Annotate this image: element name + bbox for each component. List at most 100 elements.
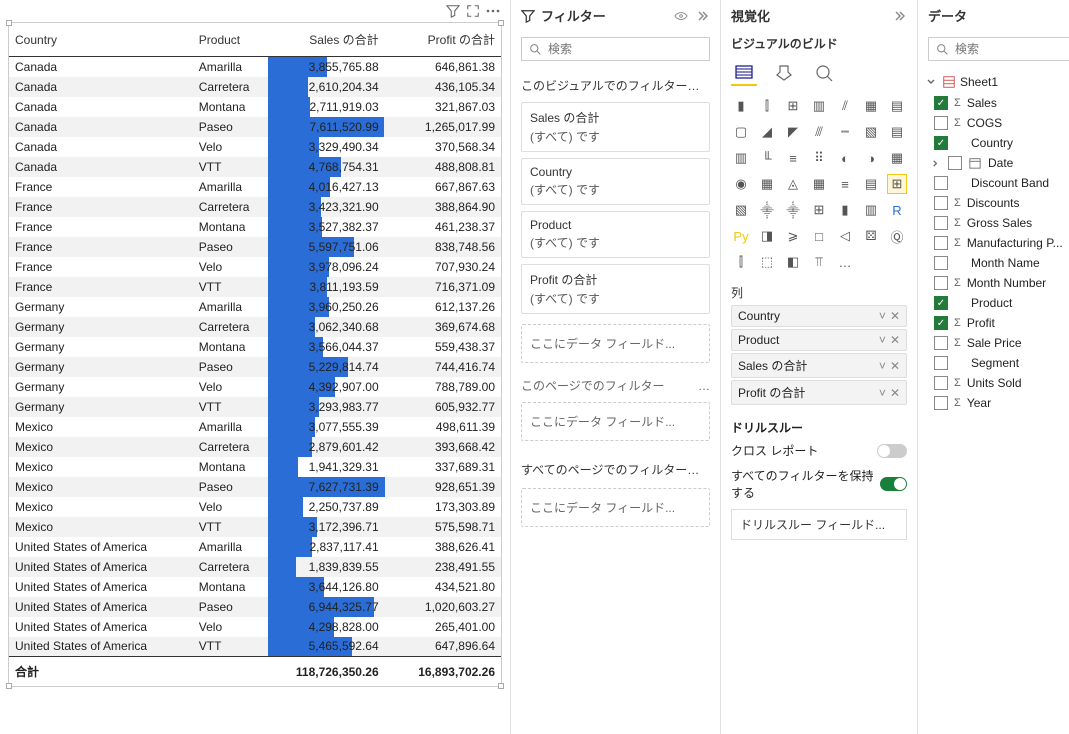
viz-type-chip[interactable]: ⊞ xyxy=(783,96,803,116)
viz-type-chip[interactable]: ▮ xyxy=(835,200,855,220)
field-checkbox[interactable] xyxy=(934,356,948,370)
keep-filters-toggle[interactable] xyxy=(880,477,907,491)
viz-type-chip[interactable]: ⫽ xyxy=(835,96,855,116)
viz-type-chip[interactable]: ⠿ xyxy=(809,148,829,168)
viz-type-chip[interactable]: □ xyxy=(809,226,829,246)
field-row[interactable]: ΣGross Sales xyxy=(918,213,1069,233)
viz-type-chip[interactable]: ▤ xyxy=(861,174,881,194)
table-row[interactable]: France Carretera 3,423,321.90 388,864.90 xyxy=(9,197,501,217)
field-row[interactable]: Month Name xyxy=(918,253,1069,273)
field-well-item[interactable]: Sales の合計˅✕ xyxy=(731,353,907,378)
eye-icon[interactable] xyxy=(674,9,688,23)
filter-card[interactable]: Profit の合計(すべて) です xyxy=(521,264,710,314)
field-checkbox[interactable] xyxy=(934,396,948,410)
filter-search[interactable] xyxy=(521,37,710,61)
viz-type-chip[interactable]: ◑ xyxy=(861,148,881,168)
chevron-down-icon[interactable]: ˅ xyxy=(879,309,886,323)
viz-type-chip[interactable]: ▢ xyxy=(731,122,751,142)
viz-type-chip[interactable]: ≡ xyxy=(835,174,855,194)
cross-report-toggle[interactable] xyxy=(877,444,907,458)
table-row[interactable]: Germany Amarilla 3,960,250.26 612,137.26 xyxy=(9,297,501,317)
viz-type-chip[interactable]: R xyxy=(887,200,907,220)
filter-card[interactable]: Sales の合計(すべて) です xyxy=(521,102,710,152)
filter-card[interactable]: Country(すべて) です xyxy=(521,158,710,205)
viz-type-chip[interactable]: ▧ xyxy=(861,122,881,142)
viz-type-chip[interactable]: ◨ xyxy=(757,226,777,246)
build-tab-icon[interactable] xyxy=(731,60,757,86)
viz-type-chip[interactable]: ◧ xyxy=(783,252,803,272)
viz-type-chip[interactable]: ⸎ xyxy=(757,200,777,220)
filter-card[interactable]: Product(すべて) です xyxy=(521,211,710,258)
viz-type-chip[interactable]: ▧ xyxy=(731,200,751,220)
table-visual[interactable]: Country Product Sales の合計 Profit の合計 Can… xyxy=(8,22,502,687)
table-node-sheet1[interactable]: Sheet1 xyxy=(918,71,1069,93)
field-checkbox[interactable] xyxy=(934,196,948,210)
field-checkbox[interactable] xyxy=(934,216,948,230)
table-row[interactable]: Mexico Paseo 7,627,731.39 928,651.39 xyxy=(9,477,501,497)
field-checkbox[interactable] xyxy=(934,376,948,390)
table-row[interactable]: Canada Amarilla 3,855,765.88 646,861.38 xyxy=(9,57,501,77)
table-row[interactable]: Canada Velo 3,329,490.34 370,568.34 xyxy=(9,137,501,157)
viz-type-chip[interactable]: Ⓠ xyxy=(887,226,907,246)
viz-type-chip[interactable]: ⫪ xyxy=(809,252,829,272)
viz-type-chip[interactable]: ▦ xyxy=(861,96,881,116)
page-filter-dropzone[interactable]: ここにデータ フィールド... xyxy=(521,402,710,441)
table-row[interactable]: Mexico Carretera 2,879,601.42 393,668.42 xyxy=(9,437,501,457)
field-row[interactable]: ΣManufacturing P... xyxy=(918,233,1069,253)
field-checkbox[interactable]: ✓ xyxy=(934,96,948,110)
table-row[interactable]: Mexico Montana 1,941,329.31 337,689.31 xyxy=(9,457,501,477)
field-row-date[interactable]: Date xyxy=(918,153,1069,173)
field-row[interactable]: ΣCOGS xyxy=(918,113,1069,133)
field-checkbox[interactable]: ✓ xyxy=(934,316,948,330)
chevron-down-icon[interactable]: ˅ xyxy=(879,386,886,400)
viz-type-chip[interactable]: ◤ xyxy=(783,122,803,142)
viz-type-chip[interactable]: ⊞ xyxy=(887,174,907,194)
field-checkbox[interactable] xyxy=(934,236,948,250)
table-row[interactable]: United States of America Velo 4,298,828.… xyxy=(9,617,501,637)
field-well-item[interactable]: Product˅✕ xyxy=(731,329,907,351)
table-row[interactable]: France Amarilla 4,016,427.13 667,867.63 xyxy=(9,177,501,197)
table-row[interactable]: Germany Paseo 5,229,814.74 744,416.74 xyxy=(9,357,501,377)
field-well-item[interactable]: Profit の合計˅✕ xyxy=(731,380,907,405)
col-header-product[interactable]: Product xyxy=(193,23,269,57)
field-checkbox[interactable] xyxy=(934,276,948,290)
table-row[interactable]: Mexico Velo 2,250,737.89 173,303.89 xyxy=(9,497,501,517)
analytics-tab-icon[interactable] xyxy=(811,60,837,86)
table-row[interactable]: United States of America Carretera 1,839… xyxy=(9,557,501,577)
viz-type-chip[interactable]: ▦ xyxy=(887,148,907,168)
col-header-country[interactable]: Country xyxy=(9,23,193,57)
table-row[interactable]: France Montana 3,527,382.37 461,238.37 xyxy=(9,217,501,237)
viz-type-chip[interactable]: ◉ xyxy=(731,174,751,194)
field-row[interactable]: ✓ΣSales xyxy=(918,93,1069,113)
field-row[interactable]: ✓Product xyxy=(918,293,1069,313)
viz-type-chip[interactable]: ▦ xyxy=(809,174,829,194)
field-checkbox[interactable]: ✓ xyxy=(934,296,948,310)
field-checkbox[interactable] xyxy=(934,336,948,350)
field-well-item[interactable]: Country˅✕ xyxy=(731,305,907,327)
remove-icon[interactable]: ✕ xyxy=(890,359,900,373)
remove-icon[interactable]: ✕ xyxy=(890,309,900,323)
table-row[interactable]: Germany Montana 3,566,044.37 559,438.37 xyxy=(9,337,501,357)
viz-type-chip[interactable]: ◁ xyxy=(835,226,855,246)
remove-icon[interactable]: ✕ xyxy=(890,386,900,400)
field-checkbox[interactable] xyxy=(948,156,962,170)
data-search[interactable] xyxy=(928,37,1069,61)
filter-icon[interactable] xyxy=(446,4,460,18)
table-row[interactable]: Mexico Amarilla 3,077,555.39 498,611.39 xyxy=(9,417,501,437)
table-row[interactable]: Canada Carretera 2,610,204.34 436,105.34 xyxy=(9,77,501,97)
viz-type-chip[interactable]: ◬ xyxy=(783,174,803,194)
viz-type-chip[interactable]: ▦ xyxy=(757,174,777,194)
resize-handle-br[interactable] xyxy=(498,683,504,689)
viz-type-chip[interactable]: ◐ xyxy=(835,148,855,168)
chevron-down-icon[interactable]: ˅ xyxy=(879,359,886,373)
data-search-input[interactable] xyxy=(955,42,1069,56)
format-tab-icon[interactable] xyxy=(771,60,797,86)
field-row[interactable]: ✓Country xyxy=(918,133,1069,153)
visual-filter-dropzone[interactable]: ここにデータ フィールド... xyxy=(521,324,710,363)
table-row[interactable]: France Velo 3,978,096.24 707,930.24 xyxy=(9,257,501,277)
viz-type-chip[interactable]: ▮ xyxy=(731,96,751,116)
viz-type-chip[interactable]: ▥ xyxy=(861,200,881,220)
table-row[interactable]: Germany Carretera 3,062,340.68 369,674.6… xyxy=(9,317,501,337)
table-row[interactable]: Germany VTT 3,293,983.77 605,932.77 xyxy=(9,397,501,417)
field-checkbox[interactable] xyxy=(934,256,948,270)
